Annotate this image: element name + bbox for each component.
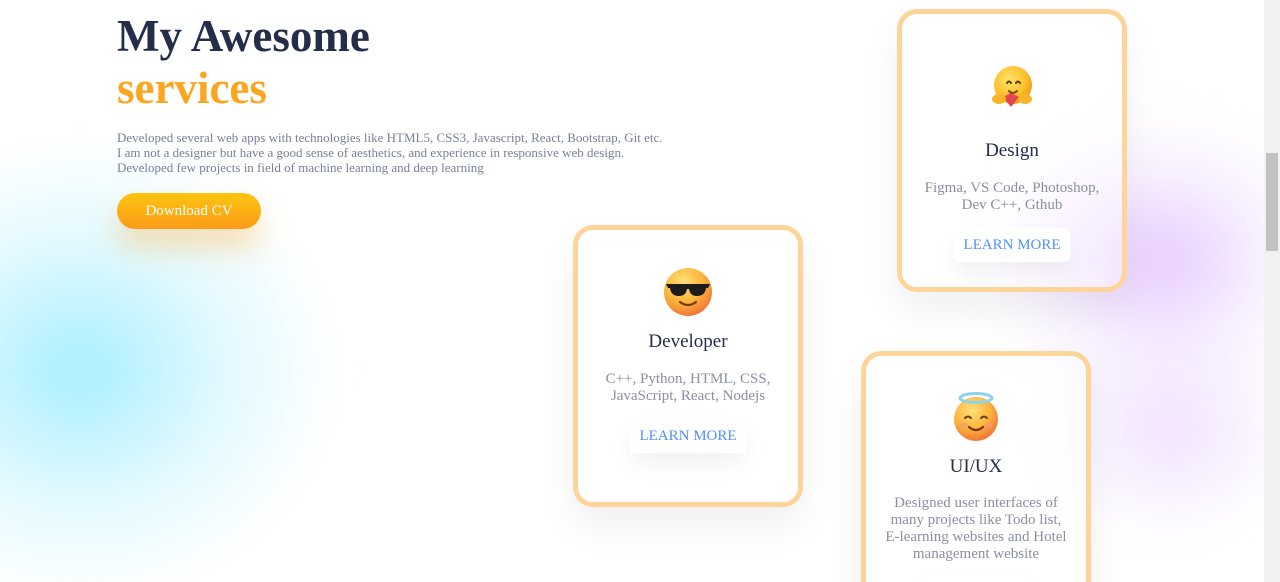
uiux-learn-more-button[interactable] xyxy=(921,574,1031,582)
developer-card: Developer C++, Python, HTML, CSS, JavaSc… xyxy=(573,225,803,507)
card-description-line: Figma, VS Code, Photoshop, xyxy=(924,180,1100,196)
card-description-line: Dev C++, Gthub xyxy=(961,197,1063,213)
description-line: Developed several web apps with technolo… xyxy=(117,130,663,145)
developer-card-description: C++, Python, HTML, CSS, JavaScript, Reac… xyxy=(592,371,784,405)
description-line: I am not a designer but have a good sens… xyxy=(117,145,625,160)
card-description-line: Designed user interfaces of xyxy=(894,495,1058,511)
halo-face-emoji-icon xyxy=(954,392,998,441)
scrollbar-thumb[interactable] xyxy=(1266,153,1278,251)
uiux-card: UI/UX Designed user interfaces of many p… xyxy=(861,351,1091,582)
vertical-scrollbar[interactable] xyxy=(1264,0,1280,582)
design-card-description: Figma, VS Code, Photoshop, Dev C++, Gthu… xyxy=(916,180,1108,214)
design-card-title: Design xyxy=(985,140,1039,161)
card-description-line: management website xyxy=(912,546,1040,562)
design-learn-more-button[interactable]: LEARN MORE xyxy=(953,228,1071,262)
services-section: My Awesome services Developed several we… xyxy=(0,0,1264,582)
developer-learn-more-button[interactable]: LEARN MORE xyxy=(629,419,747,453)
uiux-card-description: Designed user interfaces of many project… xyxy=(880,495,1072,563)
sunglasses-face-emoji-icon xyxy=(664,268,712,316)
hugging-face-emoji-icon xyxy=(992,66,1032,107)
download-cv-button[interactable]: Download CV xyxy=(117,193,261,229)
description-line: Developed few projects in field of machi… xyxy=(117,160,484,175)
services-description: Developed several web apps with technolo… xyxy=(117,130,663,175)
card-description-line: E-learning websites and Hotel xyxy=(885,529,1067,545)
services-title-line2: services xyxy=(117,63,267,113)
developer-card-title: Developer xyxy=(648,331,728,352)
uiux-card-title: UI/UX xyxy=(949,456,1003,477)
services-title-line1: My Awesome xyxy=(117,11,370,61)
card-description-line: many projects like Todo list, xyxy=(890,512,1062,528)
design-card: Design Figma, VS Code, Photoshop, Dev C+… xyxy=(897,9,1127,292)
card-description-line: JavaScript, React, Nodejs xyxy=(610,388,766,404)
card-description-line: C++, Python, HTML, CSS, xyxy=(605,371,771,387)
